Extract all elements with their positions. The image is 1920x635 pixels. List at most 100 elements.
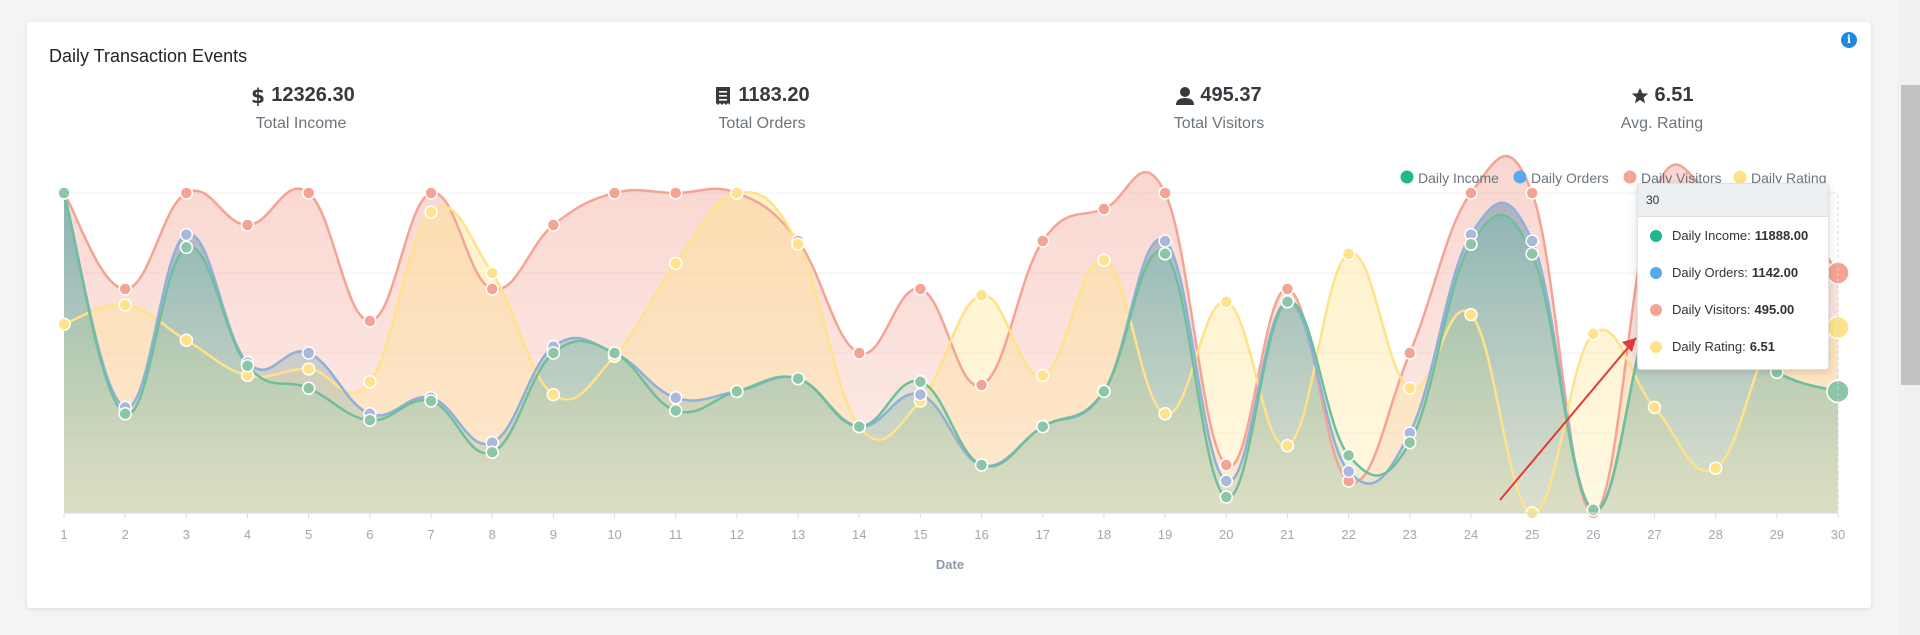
daily-income-point[interactable] — [1097, 384, 1111, 399]
daily-visitors-point[interactable] — [1403, 346, 1417, 360]
daily-income-point[interactable] — [1219, 490, 1234, 504]
daily-income-point[interactable] — [1280, 295, 1295, 309]
daily-visitors-point[interactable] — [301, 186, 316, 200]
x-tick-label: 9 — [550, 527, 557, 542]
daily-rating-point[interactable] — [1708, 461, 1723, 475]
daily-income-point[interactable] — [974, 458, 989, 472]
x-tick-label: 17 — [1036, 527, 1050, 542]
daily-visitors-point[interactable] — [118, 282, 132, 296]
x-tick-label: 16 — [974, 527, 988, 542]
daily-visitors-point[interactable] — [1158, 186, 1172, 200]
x-tick-label: 27 — [1647, 527, 1661, 542]
x-tick-label: 8 — [489, 527, 496, 542]
daily-income-point[interactable] — [913, 375, 928, 389]
x-axis-label: Date — [936, 557, 964, 572]
daily-income-point[interactable] — [1403, 435, 1417, 450]
daily-visitors-point[interactable] — [424, 186, 438, 200]
daily-income-point[interactable] — [546, 346, 561, 360]
daily-visitors-point[interactable] — [1525, 186, 1539, 200]
daily-rating-point[interactable] — [179, 333, 194, 347]
daily-rating-point[interactable] — [791, 237, 805, 251]
daily-visitors-point[interactable] — [546, 218, 561, 232]
x-tick-label: 21 — [1280, 527, 1294, 542]
daily-income-point[interactable] — [1341, 448, 1356, 463]
daily-visitors-point[interactable] — [913, 282, 928, 296]
daily-visitors-point[interactable] — [485, 282, 499, 296]
daily-income-point[interactable] — [424, 394, 438, 408]
daily-rating-point[interactable] — [1464, 307, 1478, 322]
daily-rating-point[interactable] — [118, 298, 132, 312]
legend-daily-rating-marker[interactable] — [1733, 170, 1747, 184]
daily-visitors-point[interactable] — [668, 186, 683, 200]
daily-visitors-point[interactable] — [363, 314, 377, 328]
page-scrollbar-thumb[interactable] — [1901, 85, 1920, 385]
daily-income-point[interactable] — [1525, 247, 1539, 261]
daily-rating-point[interactable] — [1158, 407, 1172, 421]
daily-orders-point[interactable] — [913, 387, 928, 402]
daily-income-point[interactable] — [301, 381, 316, 395]
daily-orders-point[interactable] — [1158, 234, 1172, 248]
daily-orders-point[interactable] — [668, 391, 683, 405]
daily-income-point[interactable] — [179, 240, 194, 255]
daily-visitors-point[interactable] — [1097, 202, 1111, 216]
daily-rating-point[interactable] — [1219, 295, 1234, 309]
legend-daily-orders-marker[interactable] — [1513, 170, 1527, 184]
daily-income-point[interactable] — [118, 407, 132, 421]
daily-orders-point[interactable] — [1341, 464, 1356, 479]
daily-visitors-point[interactable] — [240, 218, 255, 232]
daily-visitors-point[interactable] — [1280, 282, 1295, 296]
x-tick-label: 5 — [305, 527, 312, 542]
legend-daily-income-label[interactable]: Daily Income — [1418, 170, 1499, 186]
daily-visitors-point[interactable] — [1219, 458, 1234, 472]
daily-orders-point[interactable] — [301, 346, 316, 360]
daily-visitors-point[interactable] — [607, 186, 622, 200]
daily-visitors-point[interactable] — [179, 186, 194, 200]
daily-income-point[interactable] — [1464, 237, 1478, 251]
daily-rating-point[interactable] — [668, 256, 683, 271]
daily-rating-point[interactable] — [1586, 327, 1601, 341]
daily-income-point[interactable] — [363, 413, 377, 427]
daily-rating-point[interactable] — [1280, 439, 1295, 453]
daily-income-point[interactable] — [485, 445, 499, 459]
daily-income-point[interactable] — [852, 419, 866, 434]
daily-rating-point[interactable] — [57, 317, 71, 331]
daily-rating-point[interactable] — [546, 387, 561, 402]
daily-visitors-point[interactable] — [852, 346, 866, 360]
daily-income-point[interactable] — [668, 403, 683, 418]
legend-daily-orders-label[interactable]: Daily Orders — [1531, 170, 1609, 186]
x-tick-label: 14 — [852, 527, 866, 542]
daily-rating-point[interactable] — [730, 186, 744, 200]
daily-visitors-point[interactable] — [1036, 234, 1050, 248]
legend-daily-income-marker[interactable] — [1400, 170, 1414, 184]
daily-rating-point[interactable] — [1403, 381, 1417, 395]
daily-visitors-point[interactable] — [1464, 186, 1478, 200]
x-tick-label: 25 — [1525, 527, 1539, 542]
daily-visitors-point[interactable] — [974, 378, 989, 392]
daily-orders-point[interactable] — [1525, 234, 1539, 248]
daily-income-point[interactable] — [607, 346, 622, 360]
daily-orders-point[interactable] — [179, 227, 194, 242]
daily-rating-point[interactable] — [485, 266, 499, 280]
legend-daily-visitors-marker[interactable] — [1623, 170, 1637, 184]
daily-rating-point[interactable] — [974, 288, 989, 303]
daily-rating-point[interactable] — [424, 205, 438, 219]
x-tick-label: 11 — [669, 527, 683, 542]
x-tick-label: 23 — [1403, 527, 1417, 542]
daily-income-point[interactable] — [1158, 247, 1172, 261]
daily-rating-point[interactable] — [1097, 253, 1111, 267]
daily-rating-point[interactable] — [1036, 368, 1050, 383]
daily-income-point[interactable] — [730, 384, 744, 399]
daily-income-point[interactable] — [1036, 419, 1050, 434]
daily-orders-point[interactable] — [1219, 474, 1234, 488]
daily-rating-point[interactable] — [1647, 400, 1662, 415]
daily-income-point[interactable] — [791, 371, 805, 386]
rating-dot-icon — [1650, 340, 1662, 353]
daily-income-point[interactable] — [240, 359, 255, 373]
daily-income-point[interactable] — [57, 186, 71, 200]
daily-rating-point[interactable] — [301, 362, 316, 376]
area-chart[interactable]: 1 2 3 4 5 6 7 8 9 10 11 12 13 14 15 16 17 18 19 20 21 22 23 24 2… — [0, 0, 1900, 600]
daily-rating-point[interactable] — [1341, 247, 1356, 261]
x-tick-label: 7 — [427, 527, 434, 542]
tooltip-title: 30 — [1638, 184, 1828, 217]
daily-rating-point[interactable] — [363, 375, 377, 389]
